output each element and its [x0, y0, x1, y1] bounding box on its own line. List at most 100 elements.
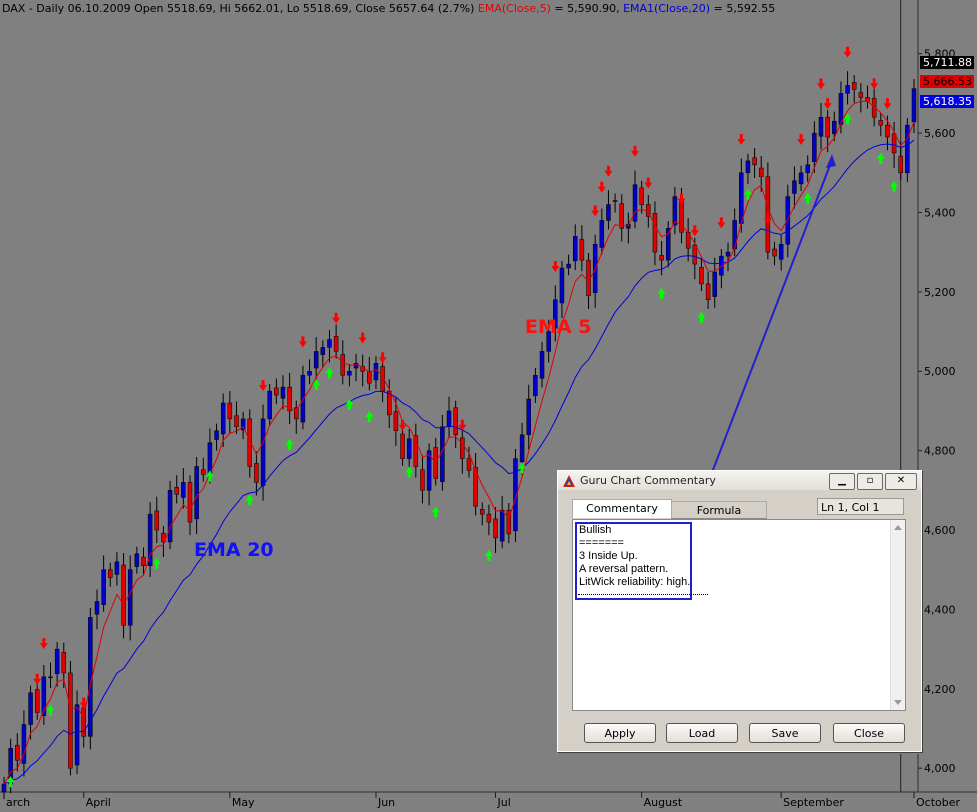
candle-body — [1, 783, 7, 793]
candle-body — [486, 513, 492, 523]
candle-body — [48, 676, 53, 679]
candle-body — [373, 363, 379, 381]
y-tick-label: 4,000 — [924, 762, 956, 775]
candle-body — [526, 398, 531, 436]
x-tick-label: September — [783, 796, 844, 809]
candle-body — [446, 410, 452, 428]
y-tick-label: 5,600 — [924, 127, 956, 140]
candle-body — [572, 236, 578, 262]
candle-body — [406, 438, 412, 459]
close-price-label: 5,711.88 — [920, 56, 974, 69]
candle-body — [652, 213, 658, 253]
window-title: Guru Chart Commentary — [580, 474, 716, 487]
candle-body — [705, 283, 711, 301]
x-tick-label: arch — [6, 796, 30, 809]
scroll-up-icon[interactable] — [894, 525, 902, 530]
candle-body — [778, 243, 784, 260]
y-tick-label: 5,000 — [924, 365, 956, 378]
candle-body — [606, 204, 611, 221]
x-tick-label: October — [916, 796, 960, 809]
candle-body — [400, 433, 405, 459]
candle-body — [353, 363, 359, 369]
header-ema5-value: = 5,590.90, — [550, 2, 624, 15]
candle-body — [539, 351, 545, 379]
scroll-down-icon[interactable] — [894, 700, 902, 705]
tab-commentary[interactable]: Commentary — [572, 499, 672, 518]
candle-body — [187, 482, 193, 523]
candle-body — [114, 561, 120, 575]
ema5-annotation: EMA 5 — [525, 316, 592, 338]
load-button[interactable]: Load — [666, 723, 738, 743]
candle-body — [460, 437, 465, 459]
candle-body — [134, 553, 140, 567]
candle-body — [274, 387, 279, 396]
close-icon[interactable]: ✕ — [885, 473, 917, 490]
minimize-icon[interactable]: ▁ — [829, 473, 855, 490]
candle-body — [885, 124, 890, 138]
ema5-price-label: 5,666.53 — [920, 75, 974, 88]
candle-body — [320, 347, 326, 355]
candle-body — [479, 509, 485, 515]
candle-body — [851, 82, 857, 90]
candle-body — [28, 692, 33, 725]
candle-body — [327, 339, 332, 348]
guru-commentary-window[interactable]: Guru Chart Commentary ▁ ▫ ✕ Commentary F… — [557, 470, 922, 752]
candle-body — [772, 248, 777, 257]
chart-header: DAX - Daily 06.10.2009 Open 5518.69, Hi … — [2, 2, 775, 15]
candle-body — [672, 196, 678, 226]
maximize-icon[interactable]: ▫ — [857, 473, 883, 490]
candle-body — [758, 167, 764, 177]
candle-body — [533, 374, 538, 397]
candle-body — [54, 648, 60, 674]
candle-body — [566, 263, 571, 269]
candle-body — [745, 160, 751, 174]
candle-body — [692, 244, 698, 265]
x-tick-label: August — [644, 796, 683, 809]
candle-body — [214, 430, 219, 440]
y-tick-label: 4,800 — [924, 445, 956, 458]
candle-body — [280, 386, 286, 399]
candle-body — [812, 132, 817, 162]
candle-body — [127, 569, 133, 626]
header-ema20-label: EMA1(Close,20) — [623, 2, 711, 15]
candle-body — [818, 116, 824, 137]
candle-body — [858, 92, 864, 98]
candle-body — [579, 239, 585, 261]
candle-body — [891, 133, 897, 154]
candle-body — [254, 463, 259, 483]
y-tick-label: 4,400 — [924, 603, 956, 616]
candle-body — [174, 486, 179, 495]
candle-body — [612, 200, 618, 202]
candle-body — [367, 370, 372, 384]
candle-body — [725, 251, 731, 257]
candle-body — [798, 172, 804, 185]
candle-body — [493, 518, 498, 539]
ema20-price-label: 5,618.35 — [920, 95, 974, 108]
candle-body — [260, 418, 266, 486]
candle-body — [61, 652, 67, 674]
candle-body — [599, 220, 605, 248]
save-button[interactable]: Save — [749, 723, 821, 743]
header-ema5-label: EMA(Close,5) — [477, 2, 551, 15]
vertical-scrollbar[interactable] — [890, 520, 905, 710]
apply-button[interactable]: Apply — [584, 723, 656, 743]
candle-body — [805, 164, 810, 174]
tab-formula[interactable]: Formula — [671, 501, 767, 519]
candle-body — [559, 267, 565, 304]
candle-body — [234, 415, 239, 428]
y-tick-label: 4,600 — [924, 524, 956, 537]
candle-body — [220, 402, 226, 435]
candle-body — [393, 411, 399, 432]
candle-body — [845, 85, 850, 94]
close-button[interactable]: Close — [833, 723, 905, 743]
candle-body — [699, 266, 704, 285]
candle-body — [307, 370, 312, 376]
candle-body — [201, 469, 206, 475]
candle-body — [785, 196, 791, 245]
header-ema20-value: = 5,592.55 — [710, 2, 776, 15]
candle-body — [74, 704, 80, 766]
candle-body — [499, 509, 505, 542]
x-tick-label: Jun — [377, 796, 395, 809]
candle-body — [905, 124, 910, 174]
candle-body — [466, 458, 472, 471]
